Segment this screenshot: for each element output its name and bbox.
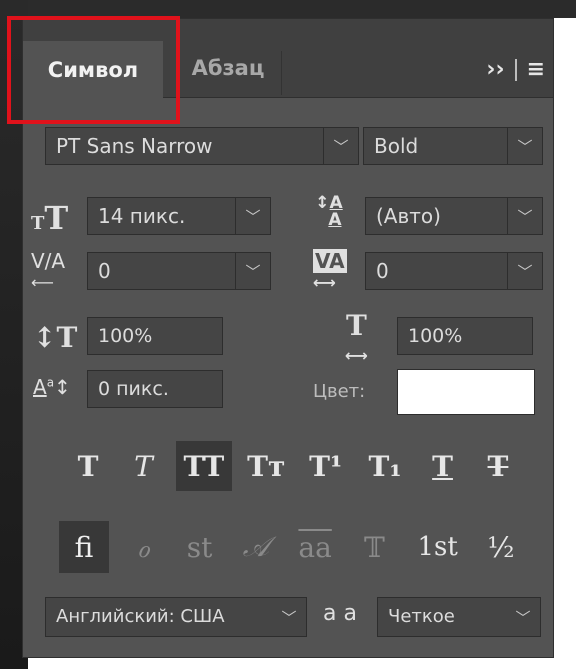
small-caps-button[interactable]: Tт — [241, 441, 291, 491]
fractions-button[interactable]: ½ — [479, 521, 523, 573]
opentype-row: fi ℴ st 𝒜 aa 𝕋 1st ½ — [59, 521, 523, 573]
tracking-icon: VA ⟷ — [313, 249, 347, 292]
chevron-down-icon[interactable]: ﹀ — [235, 253, 270, 289]
underline-button[interactable]: T — [420, 441, 466, 491]
tracking-value: 0 — [376, 259, 389, 283]
tab-divider — [281, 51, 282, 95]
anti-aliasing-icon: a a — [323, 601, 357, 626]
font-style-value: Bold — [374, 134, 419, 158]
leading-icon: ↕A A — [315, 193, 343, 230]
faux-bold-button[interactable]: T — [65, 441, 111, 491]
horizontal-scale-field[interactable]: 100% — [397, 317, 533, 355]
anti-aliasing-value: Четкое — [388, 606, 455, 627]
menu-icon[interactable]: ≡ — [527, 57, 545, 82]
expand-icon[interactable]: ›› — [486, 57, 504, 82]
kerning-select[interactable]: 0 ﹀ — [87, 252, 271, 290]
color-label: Цвет: — [313, 381, 366, 402]
type-style-row: T T TT Tт T¹ T₁ T T — [65, 441, 521, 491]
anti-aliasing-select[interactable]: Четкое ﹀ — [377, 597, 541, 637]
panel-controls: ›› ≡ — [486, 57, 545, 82]
tab-paragraph[interactable]: Абзац — [173, 39, 283, 97]
chevron-down-icon[interactable]: ﹀ — [506, 598, 540, 636]
chevron-down-icon[interactable]: ﹀ — [323, 128, 358, 164]
font-family-value: PT Sans Narrow — [56, 134, 213, 158]
leading-select[interactable]: (Авто) ﹀ — [365, 197, 543, 235]
chevron-down-icon[interactable]: ﹀ — [235, 198, 270, 234]
titling-alternates-button[interactable]: 𝕋 — [352, 521, 396, 573]
font-size-icon: TT — [31, 199, 69, 237]
standard-ligatures-button[interactable]: fi — [59, 521, 109, 573]
faux-italic-button[interactable]: T — [120, 441, 166, 491]
superscript-button[interactable]: T¹ — [301, 441, 351, 491]
strikethrough-button[interactable]: T — [475, 441, 521, 491]
language-select[interactable]: Английский: США ﹀ — [45, 597, 307, 637]
kerning-icon: V/A ⟵ — [31, 249, 66, 292]
color-swatch[interactable] — [397, 369, 535, 415]
font-size-value: 14 пикс. — [98, 204, 186, 228]
vertical-scale-field[interactable]: 100% — [87, 317, 223, 355]
font-family-select[interactable]: PT Sans Narrow ﹀ — [45, 127, 359, 165]
ordinals-button[interactable]: 1st — [409, 521, 467, 573]
selection-highlight — [7, 16, 180, 124]
chevron-down-icon[interactable]: ﹀ — [507, 128, 542, 164]
contextual-alternates-button[interactable]: ℴ — [121, 521, 165, 573]
horizontal-scale-icon: T ⟷ — [345, 309, 368, 366]
kerning-value: 0 — [98, 259, 111, 283]
separator — [514, 58, 517, 81]
subscript-button[interactable]: T₁ — [360, 441, 410, 491]
leading-value: (Авто) — [376, 204, 441, 228]
chevron-down-icon[interactable]: ﹀ — [507, 253, 542, 289]
stylistic-alternates-button[interactable]: aa — [290, 521, 340, 573]
discretionary-ligatures-button[interactable]: st — [178, 521, 222, 573]
font-size-select[interactable]: 14 пикс. ﹀ — [87, 197, 271, 235]
chevron-down-icon[interactable]: ﹀ — [272, 598, 306, 636]
font-style-select[interactable]: Bold ﹀ — [363, 127, 543, 165]
tracking-select[interactable]: 0 ﹀ — [365, 252, 543, 290]
baseline-shift-field[interactable]: 0 пикс. — [87, 370, 223, 408]
chevron-down-icon[interactable]: ﹀ — [507, 198, 542, 234]
baseline-shift-icon: Aa↕ — [33, 375, 71, 399]
swash-button[interactable]: 𝒜 — [234, 521, 278, 573]
vertical-scale-icon: ↕T — [33, 321, 78, 354]
all-caps-button[interactable]: TT — [175, 441, 232, 491]
language-value: Английский: США — [56, 606, 225, 627]
